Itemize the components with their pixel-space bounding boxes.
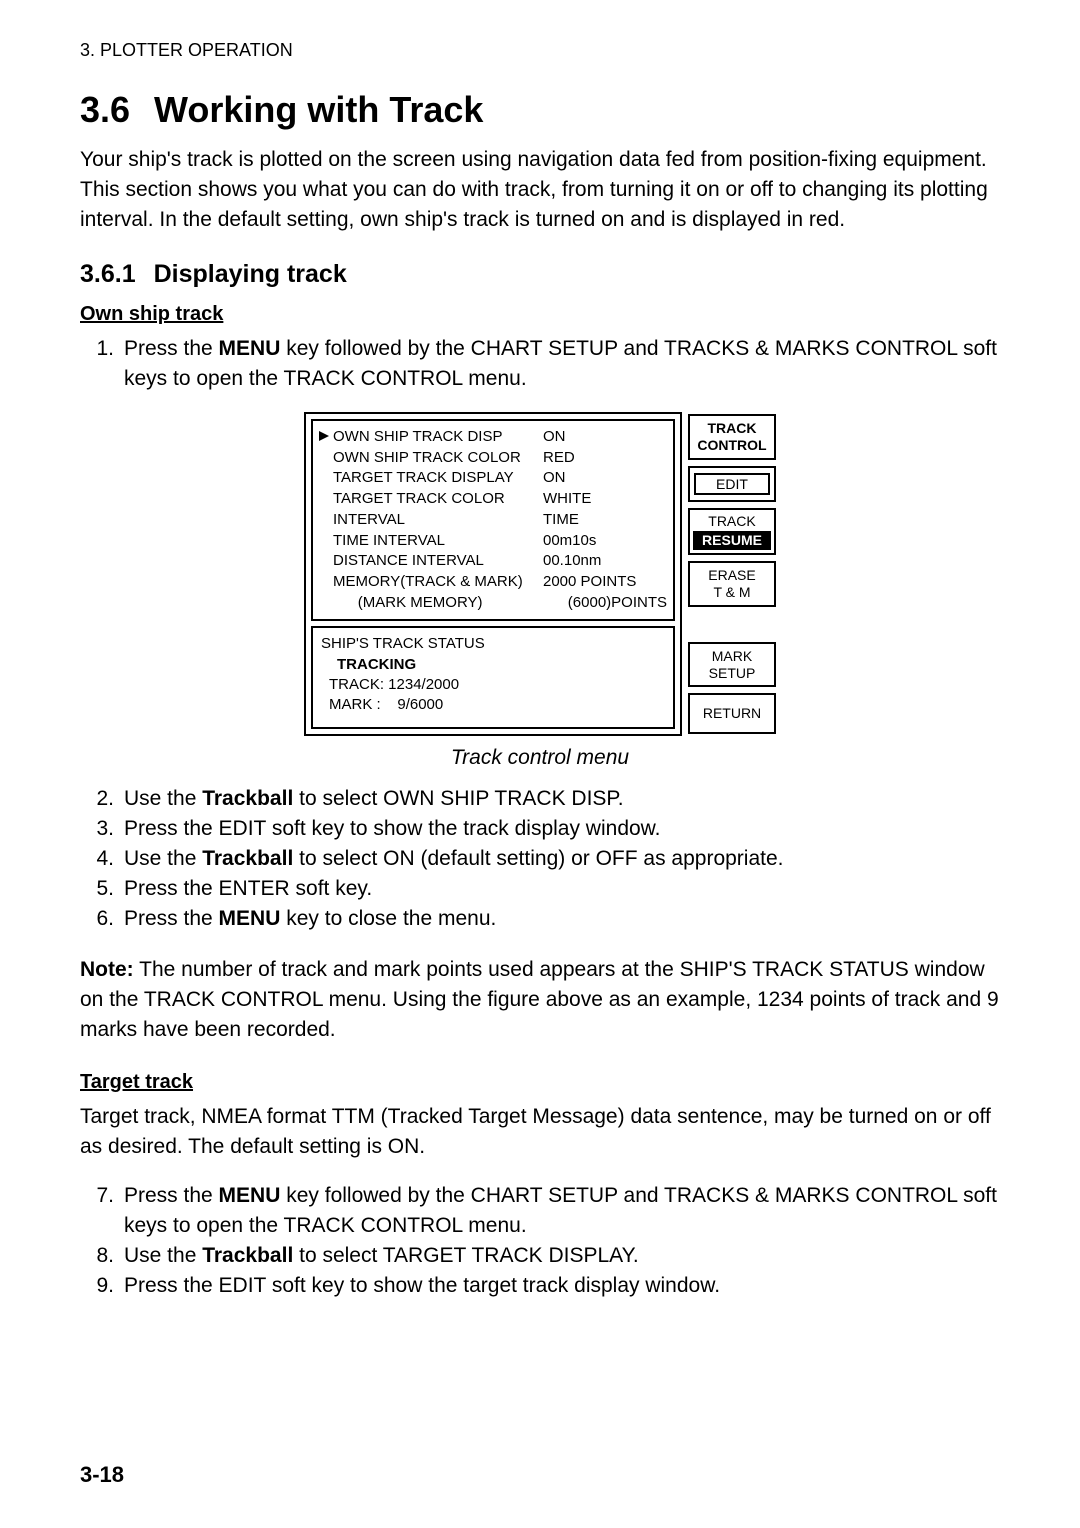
subsection-number: 3.6.1 xyxy=(80,260,136,288)
step-number: 5. xyxy=(80,874,114,904)
cursor-arrow-icon xyxy=(319,427,333,448)
section-number: 3.6 xyxy=(80,89,130,130)
step-text: Press the EDIT soft key to show the trac… xyxy=(124,814,1000,844)
status-line: MARK : 9/6000 xyxy=(321,695,667,715)
step-number: 3. xyxy=(80,814,114,844)
step-number: 4. xyxy=(80,844,114,874)
step-7: 7. Press the MENU key followed by the CH… xyxy=(80,1181,1000,1241)
menu-value: RED xyxy=(543,448,667,469)
step-number: 2. xyxy=(80,784,114,814)
figure-caption: Track control menu xyxy=(80,746,1000,770)
menu-key: OWN SHIP TRACK COLOR xyxy=(333,448,543,469)
section-heading: 3.6 Working with Track xyxy=(80,89,1000,131)
menu-row: INTERVALTIME xyxy=(319,510,667,531)
step-8: 8. Use the Trackball to select TARGET TR… xyxy=(80,1241,1000,1271)
status-line: TRACK: 1234/2000 xyxy=(321,675,667,695)
menu-value: 2000 POINTS xyxy=(543,572,667,593)
soft-key-return[interactable]: RETURN xyxy=(688,693,776,734)
target-track-heading: Target track xyxy=(80,1071,1000,1094)
menu-key: TIME INTERVAL xyxy=(333,531,543,552)
subsection-heading: 3.6.1 Displaying track xyxy=(80,260,1000,289)
menu-key: INTERVAL xyxy=(333,510,543,531)
menu-row: OWN SHIP TRACK COLORRED xyxy=(319,448,667,469)
step-text: Press the MENU key followed by the CHART… xyxy=(124,1181,1000,1241)
step-text: Press the EDIT soft key to show the targ… xyxy=(124,1271,1000,1301)
step-number: 9. xyxy=(80,1271,114,1301)
step-3: 3. Press the EDIT soft key to show the t… xyxy=(80,814,1000,844)
step-number: 7. xyxy=(80,1181,114,1241)
menu-key: TARGET TRACK DISPLAY xyxy=(333,468,543,489)
step-number: 1. xyxy=(80,334,114,394)
soft-key-track-control[interactable]: TRACK CONTROL xyxy=(688,414,776,460)
menu-settings-list: OWN SHIP TRACK DISPONOWN SHIP TRACK COLO… xyxy=(311,419,675,621)
intro-paragraph: Your ship's track is plotted on the scre… xyxy=(80,145,1000,234)
step-text: Press the MENU key to close the menu. xyxy=(124,904,1000,934)
menu-key: MEMORY(TRACK & MARK) xyxy=(333,572,543,593)
menu-value: 00.10nm xyxy=(543,551,667,572)
menu-key: OWN SHIP TRACK DISP xyxy=(333,427,543,448)
menu-value: ON xyxy=(543,468,667,489)
step-9: 9. Press the EDIT soft key to show the t… xyxy=(80,1271,1000,1301)
menu-row: TARGET TRACK COLORWHITE xyxy=(319,489,667,510)
menu-row: MEMORY(TRACK & MARK)2000 POINTS xyxy=(319,572,667,593)
status-line: SHIP'S TRACK STATUS xyxy=(321,634,667,654)
own-ship-track-heading: Own ship track xyxy=(80,303,1000,326)
menu-soft-keys: TRACK CONTROL EDIT TRACK RESUME ERASE T … xyxy=(682,412,776,736)
ship-track-status-panel: SHIP'S TRACK STATUS TRACKING TRACK: 1234… xyxy=(311,626,675,729)
menu-row: DISTANCE INTERVAL00.10nm xyxy=(319,551,667,572)
step-number: 8. xyxy=(80,1241,114,1271)
menu-value: TIME xyxy=(543,510,667,531)
target-track-paragraph: Target track, NMEA format TTM (Tracked T… xyxy=(80,1102,1000,1162)
menu-value: 00m10s xyxy=(543,531,667,552)
track-control-menu-figure: OWN SHIP TRACK DISPONOWN SHIP TRACK COLO… xyxy=(304,412,776,736)
status-line: TRACKING xyxy=(321,655,667,675)
step-text: Use the Trackball to select TARGET TRACK… xyxy=(124,1241,1000,1271)
soft-key-track-resume[interactable]: TRACK RESUME xyxy=(688,508,776,555)
menu-value: WHITE xyxy=(543,489,667,510)
menu-value: ON xyxy=(543,427,667,448)
step-5: 5. Press the ENTER soft key. xyxy=(80,874,1000,904)
step-6: 6. Press the MENU key to close the menu. xyxy=(80,904,1000,934)
menu-key: TARGET TRACK COLOR xyxy=(333,489,543,510)
note-paragraph: Note: The number of track and mark point… xyxy=(80,955,1000,1044)
menu-row: TARGET TRACK DISPLAYON xyxy=(319,468,667,489)
page-header: 3. PLOTTER OPERATION xyxy=(80,40,1000,61)
menu-key: DISTANCE INTERVAL xyxy=(333,551,543,572)
menu-row: TIME INTERVAL00m10s xyxy=(319,531,667,552)
menu-value: (6000)POINTS xyxy=(568,593,667,614)
soft-key-edit[interactable]: EDIT xyxy=(688,466,776,503)
step-number: 6. xyxy=(80,904,114,934)
menu-row: (MARK MEMORY)(6000)POINTS xyxy=(319,593,667,614)
soft-key-erase-tm[interactable]: ERASE T & M xyxy=(688,561,776,607)
menu-key: (MARK MEMORY) xyxy=(330,593,568,614)
subsection-title: Displaying track xyxy=(154,260,347,288)
section-title: Working with Track xyxy=(154,89,483,130)
step-text: Press the MENU key followed by the CHART… xyxy=(124,334,1000,394)
step-text: Use the Trackball to select OWN SHIP TRA… xyxy=(124,784,1000,814)
step-text: Press the ENTER soft key. xyxy=(124,874,1000,904)
soft-key-mark-setup[interactable]: MARK SETUP xyxy=(688,642,776,688)
page-number: 3-18 xyxy=(80,1462,124,1488)
menu-row: OWN SHIP TRACK DISPON xyxy=(319,427,667,448)
step-1: 1. Press the MENU key followed by the CH… xyxy=(80,334,1000,394)
step-4: 4. Use the Trackball to select ON (defau… xyxy=(80,844,1000,874)
menu-left-panel: OWN SHIP TRACK DISPONOWN SHIP TRACK COLO… xyxy=(304,412,682,736)
step-text: Use the Trackball to select ON (default … xyxy=(124,844,1000,874)
step-2: 2. Use the Trackball to select OWN SHIP … xyxy=(80,784,1000,814)
